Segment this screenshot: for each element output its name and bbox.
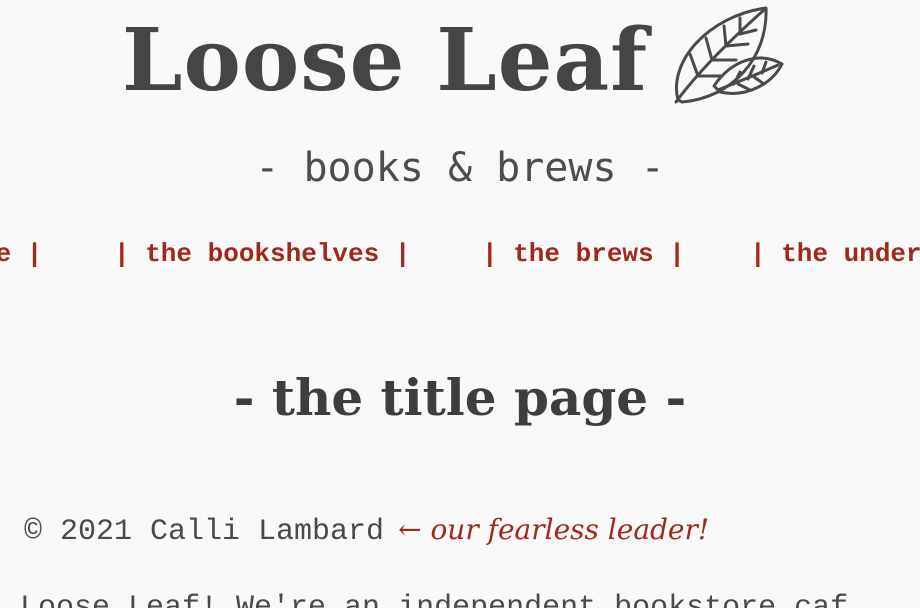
leaf-icon bbox=[674, 6, 784, 104]
copyright-line: . © 2021 Calli Lambard ← our fearless lea… bbox=[0, 508, 709, 554]
copyright-text: . © 2021 Calli Lambard bbox=[0, 515, 385, 549]
nav-link-bookshelves[interactable]: | the bookshelves | bbox=[114, 236, 410, 272]
page-title: - the title page - bbox=[233, 368, 687, 427]
nav-link-underground[interactable]: | the under bbox=[750, 236, 920, 272]
nav-link-brews[interactable]: | the brews | bbox=[482, 236, 685, 272]
site-tagline: - books & brews - bbox=[255, 145, 665, 191]
nav-link-title-page[interactable]: ge | bbox=[0, 236, 42, 272]
leader-note: ← our fearless leader! bbox=[398, 513, 710, 546]
intro-paragraph: e Loose Leaf! We're an independent books… bbox=[0, 591, 849, 608]
site-header: Loose Leaf - books & brews - bbox=[0, 0, 920, 190]
site-title: Loose Leaf bbox=[122, 10, 649, 111]
main-nav: ge | | the bookshelves | | the brews | |… bbox=[0, 236, 920, 276]
